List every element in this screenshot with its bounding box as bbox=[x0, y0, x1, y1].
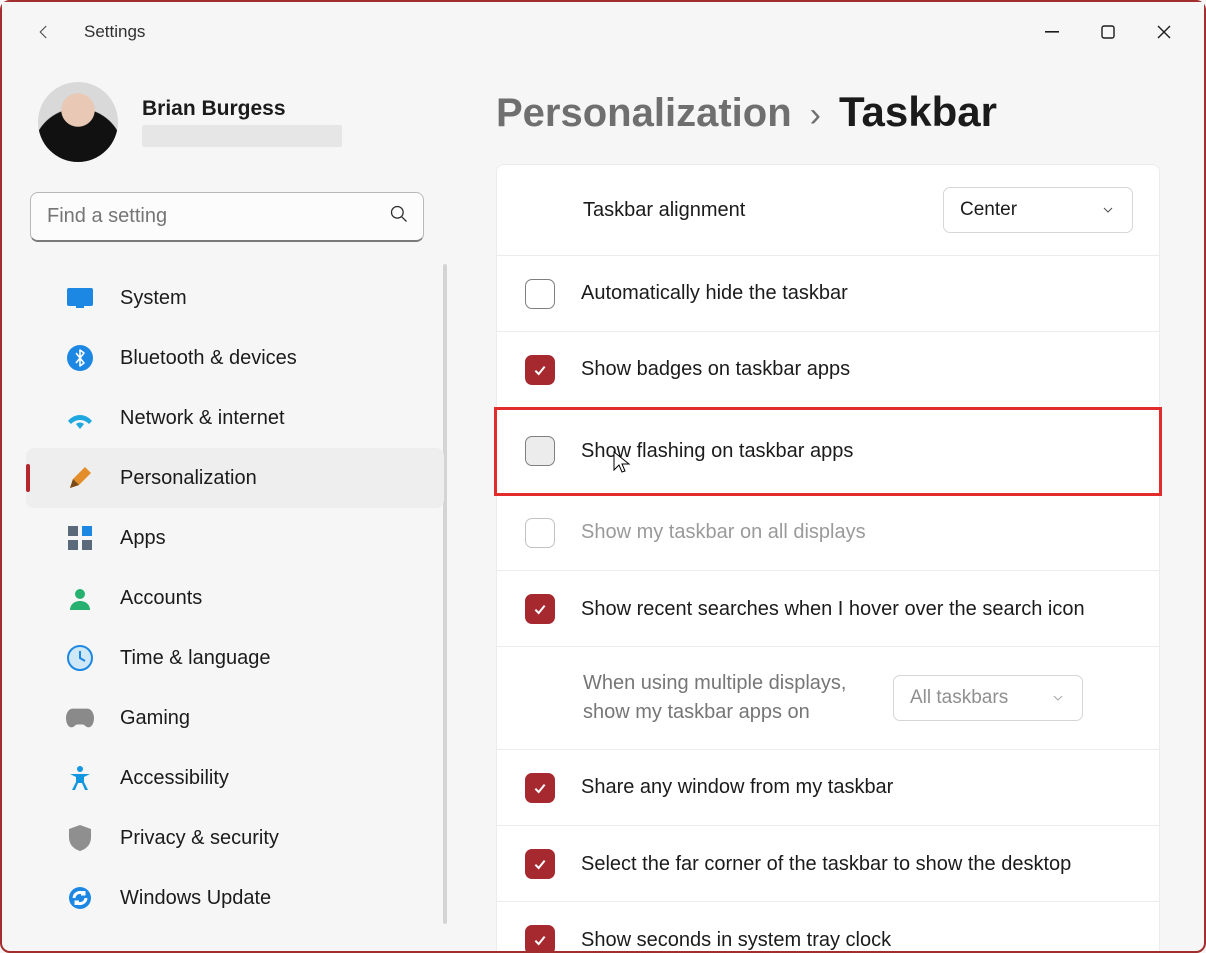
sidebar-item-label: Network & internet bbox=[120, 407, 285, 430]
multi-display-dropdown: All taskbars bbox=[893, 675, 1083, 721]
minimize-button[interactable] bbox=[1024, 10, 1080, 54]
sidebar-item-label: System bbox=[120, 287, 187, 310]
sidebar-item-label: Personalization bbox=[120, 467, 257, 490]
setting-all-displays: Show my taskbar on all displays bbox=[496, 495, 1160, 571]
system-icon bbox=[66, 284, 94, 312]
taskbar-alignment-dropdown[interactable]: Center bbox=[943, 187, 1133, 233]
breadcrumb-parent[interactable]: Personalization bbox=[496, 91, 792, 136]
sidebar-item-gaming[interactable]: Gaming bbox=[26, 688, 444, 748]
close-button[interactable] bbox=[1136, 10, 1192, 54]
personalization-icon bbox=[66, 464, 94, 492]
sidebar-item-label: Apps bbox=[120, 527, 166, 550]
setting-seconds[interactable]: Show seconds in system tray clock bbox=[496, 902, 1160, 951]
sidebar-item-update[interactable]: Windows Update bbox=[26, 868, 444, 928]
checkbox-flashing[interactable] bbox=[525, 436, 555, 466]
sidebar-item-label: Gaming bbox=[120, 707, 190, 730]
maximize-button[interactable] bbox=[1080, 10, 1136, 54]
sidebar-item-privacy[interactable]: Privacy & security bbox=[26, 808, 444, 868]
setting-share-window[interactable]: Share any window from my taskbar bbox=[496, 750, 1160, 826]
setting-badges[interactable]: Show badges on taskbar apps bbox=[496, 332, 1160, 408]
checkbox-share[interactable] bbox=[525, 773, 555, 803]
sidebar-item-label: Windows Update bbox=[120, 887, 271, 910]
checkbox-seconds[interactable] bbox=[525, 925, 555, 951]
sidebar-item-accessibility[interactable]: Accessibility bbox=[26, 748, 444, 808]
sidebar-item-label: Bluetooth & devices bbox=[120, 347, 297, 370]
search-input[interactable] bbox=[45, 204, 389, 229]
setting-auto-hide[interactable]: Automatically hide the taskbar bbox=[496, 256, 1160, 332]
sidebar-item-label: Accessibility bbox=[120, 767, 229, 790]
search-icon bbox=[389, 204, 409, 229]
sidebar-item-bluetooth[interactable]: Bluetooth & devices bbox=[26, 328, 444, 388]
breadcrumb-leaf: Taskbar bbox=[839, 88, 997, 136]
profile-name: Brian Burgess bbox=[142, 97, 342, 121]
gaming-icon bbox=[66, 704, 94, 732]
sidebar-item-system[interactable]: System bbox=[26, 268, 444, 328]
accounts-icon bbox=[66, 584, 94, 612]
profile-email-redacted bbox=[142, 125, 342, 147]
sidebar-item-apps[interactable]: Apps bbox=[26, 508, 444, 568]
sidebar-item-accounts[interactable]: Accounts bbox=[26, 568, 444, 628]
breadcrumb: Personalization › Taskbar bbox=[496, 88, 1160, 136]
setting-multi-display: When using multiple displays, show my ta… bbox=[496, 647, 1160, 750]
sidebar-item-personalization[interactable]: Personalization bbox=[26, 448, 444, 508]
sidebar-item-label: Time & language bbox=[120, 647, 270, 670]
update-icon bbox=[66, 884, 94, 912]
setting-far-corner[interactable]: Select the far corner of the taskbar to … bbox=[496, 826, 1160, 902]
checkbox-all-displays bbox=[525, 518, 555, 548]
back-button[interactable] bbox=[26, 14, 62, 50]
chevron-down-icon bbox=[1100, 202, 1116, 218]
checkbox-far-corner[interactable] bbox=[525, 849, 555, 879]
sidebar-item-network[interactable]: Network & internet bbox=[26, 388, 444, 448]
checkbox-badges[interactable] bbox=[525, 355, 555, 385]
setting-taskbar-alignment: Taskbar alignment Center bbox=[496, 164, 1160, 256]
setting-flashing[interactable]: Show flashing on taskbar apps bbox=[496, 408, 1160, 495]
apps-icon bbox=[66, 524, 94, 552]
sidebar-item-label: Privacy & security bbox=[120, 827, 279, 850]
sidebar-item-label: Accounts bbox=[120, 587, 202, 610]
setting-recent-searches[interactable]: Show recent searches when I hover over t… bbox=[496, 571, 1160, 647]
app-title: Settings bbox=[84, 22, 145, 42]
bluetooth-icon bbox=[66, 344, 94, 372]
accessibility-icon bbox=[66, 764, 94, 792]
shield-icon bbox=[66, 824, 94, 852]
checkbox-recent[interactable] bbox=[525, 594, 555, 624]
avatar[interactable] bbox=[38, 82, 118, 162]
time-icon bbox=[66, 644, 94, 672]
search-input-wrap[interactable] bbox=[30, 192, 424, 242]
chevron-down-icon bbox=[1050, 690, 1066, 706]
wifi-icon bbox=[66, 404, 94, 432]
sidebar-item-time[interactable]: Time & language bbox=[26, 628, 444, 688]
checkbox-auto-hide[interactable] bbox=[525, 279, 555, 309]
chevron-right-icon: › bbox=[810, 96, 821, 135]
